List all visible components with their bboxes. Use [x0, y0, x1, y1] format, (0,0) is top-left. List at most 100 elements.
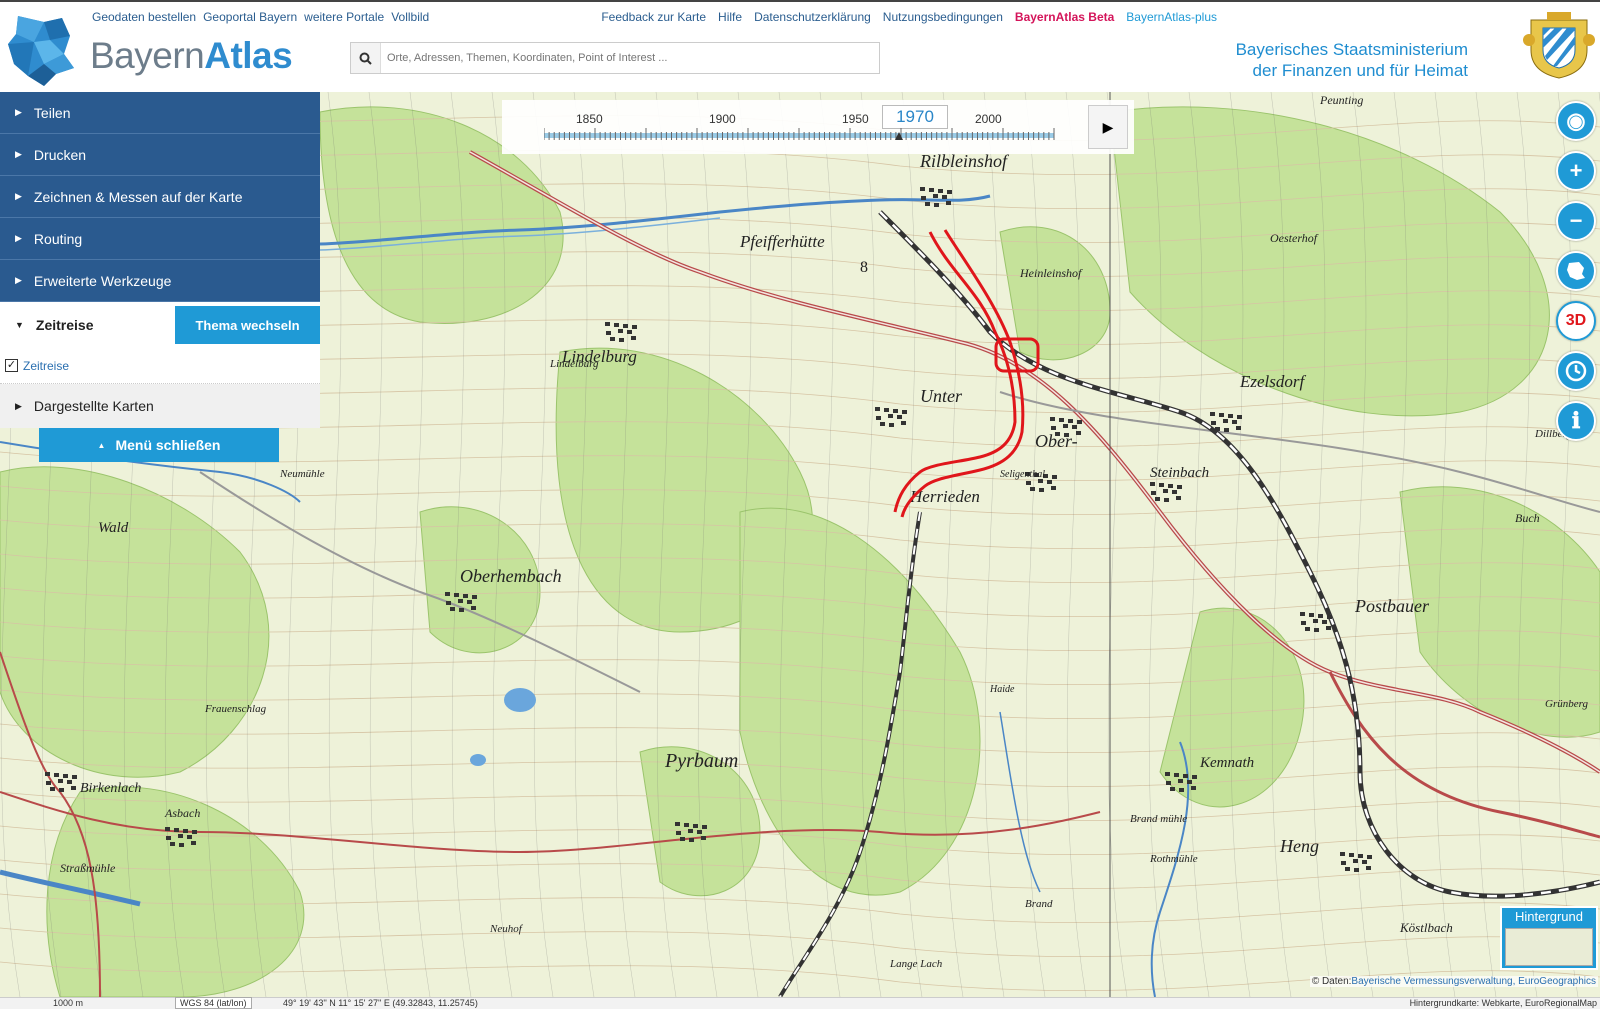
info-icon: ℹ [1571, 408, 1581, 433]
sidebar-item-zeitreise[interactable]: ▼ Zeitreise Thema wechseln [0, 302, 320, 348]
ministry-line1: Bayerisches Staatsministerium [1235, 40, 1468, 59]
caret-right-icon: ▶ [15, 233, 22, 243]
year-tick-label: 1850 [576, 112, 603, 126]
place-label: Peunting [1319, 93, 1363, 107]
crs-select[interactable]: WGS 84 (lat/lon) [175, 997, 252, 1009]
background-thumbnail[interactable] [1505, 928, 1593, 966]
place-label: Brand mühle [1130, 813, 1187, 825]
zoom-in-icon: + [1569, 158, 1583, 183]
time-button[interactable] [1556, 351, 1596, 391]
sidebar-item-zeichnen[interactable]: ▶ Zeichnen & Messen auf der Karte [0, 176, 320, 218]
bayernatlas-logo-icon[interactable] [4, 14, 76, 88]
link-nutzungsbedingungen[interactable]: Nutzungsbedingungen [883, 10, 1003, 24]
sidebar-item-drucken[interactable]: ▶ Drucken [0, 134, 320, 176]
close-menu-label: Menü schließen [115, 437, 221, 453]
ministry-line2: der Finanzen und für Heimat [1252, 61, 1468, 80]
link-weitere-portale[interactable]: weitere Portale [304, 10, 384, 24]
current-year-display[interactable]: 1970 [882, 105, 948, 129]
place-label: Kemnath [1199, 755, 1254, 771]
link-vollbild[interactable]: Vollbild [391, 10, 429, 24]
place-label: Birkenlach [80, 781, 141, 796]
place-label: Köstlbach [1399, 920, 1453, 935]
info-button[interactable]: ℹ [1556, 401, 1596, 441]
sidebar-item-teilen[interactable]: ▶ Teilen [0, 92, 320, 134]
road-number-label: 8 [860, 259, 868, 276]
caret-right-icon: ▶ [15, 275, 22, 285]
sidebar-item-routing[interactable]: ▶ Routing [0, 218, 320, 260]
place-label: Frauenschlag [204, 703, 267, 715]
zeitreise-checkbox-label[interactable]: Zeitreise [23, 359, 69, 373]
place-label: Brand [1025, 898, 1053, 910]
sidebar-item-werkzeuge[interactable]: ▶ Erweiterte Werkzeuge [0, 260, 320, 302]
zeitreise-label: Zeitreise [35, 317, 94, 333]
coordinate-readout: 49° 19' 43'' N 11° 15' 27'' E (49.32843,… [283, 998, 478, 1008]
top-links: Geodaten bestellen Geoportal Bayern weit… [92, 10, 429, 24]
sidebar-item-dargestellte-karten[interactable]: ▶ Dargestellte Karten [0, 384, 320, 428]
sidebar-item-label: Erweiterte Werkzeuge [33, 272, 172, 289]
place-label: Rothmühle [1149, 853, 1198, 865]
place-label: Oberhembach [460, 566, 562, 586]
close-menu-button[interactable]: ▲ Menü schließen [39, 428, 279, 462]
place-label: Lange Lach [889, 958, 943, 970]
header: Geodaten bestellen Geoportal Bayern weit… [0, 0, 1600, 92]
search-input[interactable] [381, 44, 879, 72]
place-label: Rilbleinshof [919, 151, 1010, 171]
year-tick-label: 2000 [975, 112, 1002, 126]
link-plus[interactable]: BayernAtlas-plus [1126, 10, 1217, 24]
place-label: Heng [1279, 836, 1319, 856]
place-label: Ezelsdorf [1239, 372, 1307, 391]
place-label: Seligenthal [1000, 469, 1045, 480]
caret-right-icon: ▶ [15, 149, 22, 159]
year-tick-label: 1900 [709, 112, 736, 126]
link-datenschutz[interactable]: Datenschutzerklärung [754, 10, 871, 24]
caret-up-icon: ▲ [97, 440, 106, 450]
logo-suffix: Atlas [204, 35, 293, 76]
zeitreise-checkbox-row[interactable]: ✓ Zeitreise [0, 348, 320, 384]
background-switcher[interactable]: Hintergrund [1500, 906, 1598, 970]
bavaria-extent-button[interactable] [1556, 251, 1596, 291]
link-hilfe[interactable]: Hilfe [718, 10, 742, 24]
time-slider-ticks [544, 128, 1055, 140]
caret-right-icon: ▶ [15, 191, 22, 201]
bayernatlas-wordmark[interactable]: BayernAtlas [90, 35, 293, 77]
place-label: Steinbach [1150, 465, 1209, 481]
sidebar-item-label: Routing [33, 230, 83, 247]
checkbox-checked-icon[interactable]: ✓ [5, 359, 18, 372]
search-box [350, 42, 880, 74]
place-label: Unter [920, 386, 963, 406]
thema-wechseln-button[interactable]: Thema wechseln [175, 306, 320, 344]
place-label: Neumühle [279, 468, 325, 480]
zoom-in-button[interactable]: + [1556, 151, 1596, 191]
3d-icon: 3D [1565, 312, 1587, 329]
play-icon: ▶ [1102, 118, 1114, 135]
dargestellte-label: Dargestellte Karten [33, 398, 154, 414]
place-label: Pyrbaum [664, 750, 738, 772]
caret-right-icon: ▶ [15, 107, 22, 117]
place-label: Asbach [164, 806, 200, 820]
place-label: Wald [98, 520, 129, 536]
footer-bar: 1000 m WGS 84 (lat/lon) 49° 19' 43'' N 1… [0, 997, 1600, 1009]
hintergrund-label: Hintergrund [1515, 909, 1583, 924]
locate-icon: ◉ [1566, 108, 1586, 133]
locate-button[interactable]: ◉ [1556, 101, 1596, 141]
zoom-out-icon: − [1569, 208, 1583, 233]
place-label: Postbauer [1354, 596, 1430, 616]
attribution-prefix: © Daten: [1311, 976, 1352, 987]
link-geodaten[interactable]: Geodaten bestellen [92, 10, 196, 24]
attribution-sources[interactable]: Bayerische Vermessungsverwaltung, EuroGe… [1351, 976, 1596, 987]
link-feedback[interactable]: Feedback zur Karte [601, 10, 706, 24]
scale-bar-label: 1000 m [53, 998, 84, 1008]
bavarian-crest-icon [1523, 12, 1595, 79]
caret-down-icon: ▼ [15, 320, 24, 330]
background-credit: Hintergrundkarte: Webkarte, EuroRegional… [1409, 998, 1597, 1008]
link-geoportal[interactable]: Geoportal Bayern [203, 10, 297, 24]
sidebar-item-label: Drucken [33, 146, 87, 163]
play-button[interactable]: ▶ [1088, 105, 1128, 149]
3d-button[interactable]: 3D [1556, 301, 1596, 341]
logo-prefix: Bayern [90, 35, 205, 76]
attribution: © Daten:Bayerische Vermessungsverwaltung… [1309, 976, 1598, 987]
link-beta[interactable]: BayernAtlas Beta [1015, 10, 1114, 24]
search-icon[interactable] [351, 43, 381, 73]
zoom-out-button[interactable]: − [1556, 201, 1596, 241]
ministry-title[interactable]: Bayerisches Staatsministerium der Finanz… [1236, 39, 1468, 81]
